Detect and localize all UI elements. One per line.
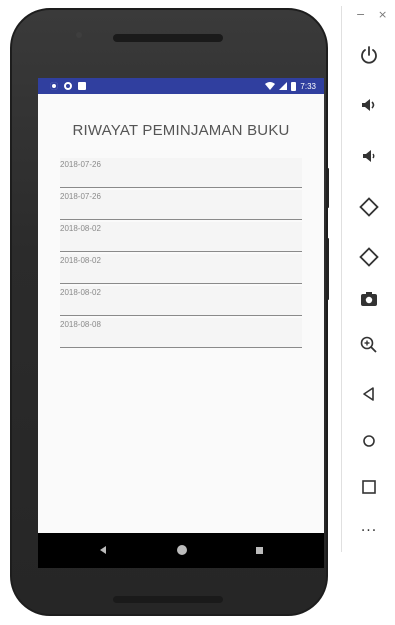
sd-card-icon: [78, 82, 86, 90]
camera-icon[interactable]: [356, 286, 382, 312]
gear-icon: [50, 82, 58, 90]
phone-side-button: [326, 168, 329, 208]
list-item[interactable]: 2018-08-08: [60, 318, 302, 348]
circle-icon: [64, 82, 72, 90]
more-icon[interactable]: ···: [356, 518, 382, 544]
status-right-icons: 7:33: [265, 78, 316, 94]
phone-side-button: [326, 238, 329, 300]
loan-history-list: 2018-07-26 2018-07-26 2018-08-02 2018-08…: [60, 158, 302, 350]
front-camera: [76, 32, 82, 38]
recents-icon[interactable]: [256, 547, 263, 554]
list-item[interactable]: 2018-08-02: [60, 254, 302, 284]
loan-date: 2018-08-02: [60, 224, 101, 233]
zoom-icon[interactable]: [356, 332, 382, 358]
emulator-toolbar: − × ···: [341, 6, 395, 552]
volume-up-icon[interactable]: [356, 92, 382, 118]
volume-down-icon[interactable]: [356, 143, 382, 169]
loan-date: 2018-07-26: [60, 192, 101, 201]
battery-icon: [291, 81, 297, 91]
minimize-button[interactable]: −: [356, 8, 365, 21]
page-title: RIWAYAT PEMINJAMAN BUKU: [72, 122, 290, 139]
rotate-left-icon[interactable]: [356, 194, 382, 220]
list-item[interactable]: 2018-07-26: [60, 158, 302, 188]
list-item[interactable]: 2018-08-02: [60, 286, 302, 316]
list-item[interactable]: 2018-07-26: [60, 190, 302, 220]
wifi-icon: [265, 82, 276, 90]
phone-frame: 7:33 RIWAYAT PEMINJAMAN BUKU 2018-07-26 …: [10, 8, 328, 616]
home-icon[interactable]: [177, 545, 187, 555]
back-icon[interactable]: [356, 381, 382, 407]
device-screen: 7:33 RIWAYAT PEMINJAMAN BUKU 2018-07-26 …: [38, 78, 324, 568]
loan-date: 2018-08-02: [60, 288, 101, 297]
loan-date: 2018-08-08: [60, 320, 101, 329]
loan-date: 2018-07-26: [60, 160, 101, 169]
status-left-icons: [50, 79, 86, 93]
android-nav-bar: [38, 533, 324, 568]
back-icon[interactable]: [100, 546, 106, 554]
rotate-right-icon[interactable]: [356, 244, 382, 270]
loan-date: 2018-08-02: [60, 256, 101, 265]
status-bar: 7:33: [38, 78, 324, 94]
close-button[interactable]: ×: [378, 8, 387, 21]
status-time: 7:33: [300, 81, 316, 91]
home-icon[interactable]: [356, 428, 382, 454]
earpiece-speaker: [113, 34, 223, 42]
power-icon[interactable]: [356, 42, 382, 68]
list-item[interactable]: 2018-08-02: [60, 222, 302, 252]
signal-icon: [279, 82, 288, 90]
overview-icon[interactable]: [356, 474, 382, 500]
window-controls: − ×: [352, 8, 394, 28]
bottom-speaker: [113, 596, 223, 603]
